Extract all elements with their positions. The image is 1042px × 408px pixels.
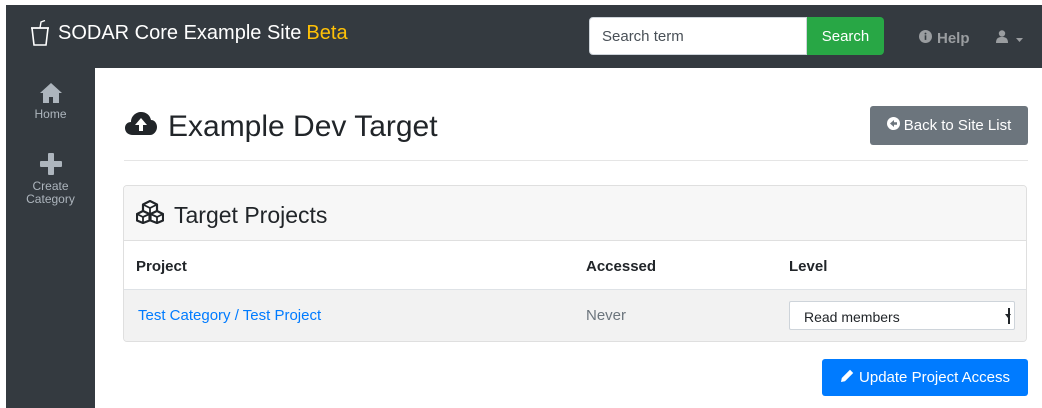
user-dropdown[interactable] [996,30,1023,48]
update-project-access-button[interactable]: Update Project Access [822,359,1028,396]
sidebar: Home Create Category [6,68,95,408]
user-icon [996,30,1008,48]
card-title-text: Target Projects [174,201,328,228]
target-projects-card: Target Projects Project Accessed Level T… [123,185,1027,342]
sidebar-item-home[interactable]: Home [6,82,95,121]
level-select[interactable]: Read members [789,301,1015,330]
back-to-site-list-button[interactable]: Back to Site List [870,106,1028,145]
arrow-circle-left-icon [886,117,904,134]
header-divider [124,160,1028,161]
top-navbar: SODAR Core Example Site Beta Search Help [6,5,1042,68]
page-title: Example Dev Target [124,110,438,144]
home-icon [6,82,95,104]
search-button[interactable]: Search [807,17,884,55]
search-input[interactable] [589,17,807,55]
level-select-value: Read members [804,309,900,325]
sidebar-item-label: Category [26,192,75,206]
update-button-label: Update Project Access [859,369,1010,386]
sidebar-item-label: Home [34,107,67,121]
card-title: Target Projects [135,199,328,230]
site-brand[interactable]: SODAR Core Example Site Beta [30,20,348,46]
cubes-icon [135,199,174,230]
help-link[interactable]: Help [919,30,970,47]
project-link[interactable]: Test Category / Test Project [138,307,321,324]
info-circle-icon [919,30,937,47]
column-header-accessed: Accessed [586,258,657,275]
cup-icon [30,20,50,46]
sidebar-item-label: Create [32,179,69,193]
caret-down-icon [1016,30,1023,48]
page-title-text: Example Dev Target [168,110,438,143]
site-title: SODAR Core Example Site [58,21,302,44]
help-label: Help [937,30,970,47]
beta-badge: Beta [306,21,348,44]
column-header-project: Project [136,258,187,275]
select-arrow-icon [1005,308,1011,324]
back-button-label: Back to Site List [903,117,1012,134]
sidebar-item-create-category[interactable]: Create Category [6,152,95,206]
pencil-icon [840,369,859,387]
accessed-value: Never [586,307,627,324]
card-header: Target Projects [124,186,1026,241]
cloud-upload-icon [124,110,168,144]
plus-icon [6,152,95,176]
column-header-level: Level [789,258,828,275]
